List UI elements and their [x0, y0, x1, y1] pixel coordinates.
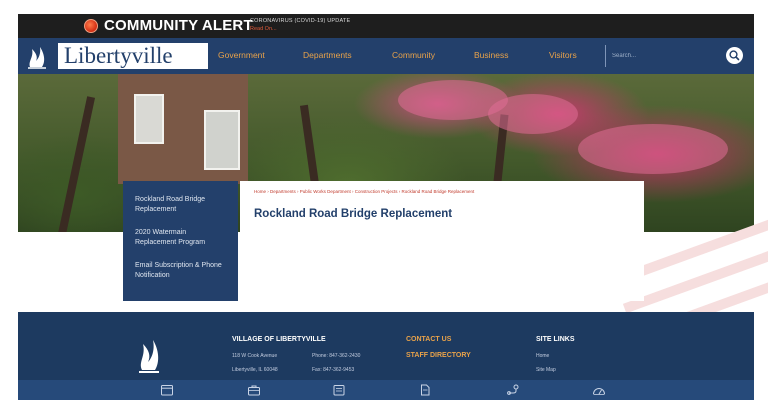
- page-title: Rockland Road Bridge Replacement: [254, 208, 453, 220]
- footer-link-home[interactable]: Home: [536, 353, 549, 359]
- nav-item-business[interactable]: Business: [474, 50, 509, 60]
- calendar-icon[interactable]: [160, 384, 174, 396]
- dashboard-icon[interactable]: [592, 384, 606, 396]
- search-icon: [729, 50, 740, 61]
- footer-link-site-map[interactable]: Site Map: [536, 367, 556, 373]
- nav-divider: [605, 45, 606, 67]
- breadcrumb[interactable]: Home › Departments › Public Works Depart…: [254, 189, 630, 194]
- alert-subtitle[interactable]: CORONAVIRUS (COVID-19) UPDATE: [250, 18, 350, 24]
- alert-icon: [84, 19, 98, 33]
- footer-phone[interactable]: Phone: 847-362-2430: [312, 353, 360, 359]
- sidebar-item-watermain[interactable]: 2020 Watermain Replacement Program: [135, 228, 226, 248]
- hero-window: [204, 110, 240, 170]
- directions-icon[interactable]: [506, 384, 520, 396]
- nav-item-community[interactable]: Community: [392, 50, 435, 60]
- main-content: Home › Departments › Public Works Depart…: [240, 181, 644, 301]
- footer-address-line1: 118 W Cook Avenue: [232, 353, 278, 359]
- site-footer: VILLAGE OF LIBERTYVILLE 118 W Cook Avenu…: [18, 312, 754, 380]
- footer-fax: Fax: 847-362-9453: [312, 367, 355, 373]
- logo-flame-icon: [28, 47, 46, 69]
- footer-contact-heading[interactable]: CONTACT US: [406, 336, 451, 343]
- sidebar-item-rockland-road[interactable]: Rockland Road Bridge Replacement: [135, 195, 226, 215]
- hero-blossom: [578, 124, 728, 174]
- news-icon[interactable]: [332, 384, 346, 396]
- footer-village-heading: VILLAGE OF LIBERTYVILLE: [232, 336, 326, 343]
- hero-tree-trunk: [58, 96, 96, 232]
- community-alert-bar: COMMUNITY ALERT CORONAVIRUS (COVID-19) U…: [18, 14, 754, 38]
- sidebar-item-email-subscription[interactable]: Email Subscription & Phone Notification: [135, 261, 226, 281]
- alert-read-on-link[interactable]: Read On...: [250, 26, 277, 32]
- nav-item-government[interactable]: Government: [218, 50, 265, 60]
- search-button[interactable]: [726, 47, 743, 64]
- alert-title: COMMUNITY ALERT: [104, 17, 253, 34]
- footer-site-links-heading: SITE LINKS: [536, 336, 575, 343]
- main-nav-bar: Libertyville Government Departments Comm…: [18, 38, 754, 74]
- document-icon[interactable]: [418, 384, 432, 396]
- bottom-icon-bar: [18, 380, 754, 400]
- logo-wordmark: Libertyville: [58, 43, 208, 69]
- hero-blossom: [488, 94, 578, 134]
- footer-address-line2: Libertyville, IL 60048: [232, 367, 278, 373]
- search-input[interactable]: [612, 48, 712, 64]
- nav-item-departments[interactable]: Departments: [303, 50, 352, 60]
- nav-item-visitors[interactable]: Visitors: [549, 50, 577, 60]
- sidebar-nav: Rockland Road Bridge Replacement 2020 Wa…: [123, 181, 238, 301]
- footer-staff-directory-link[interactable]: STAFF DIRECTORY: [406, 352, 471, 359]
- footer-logo-icon: [139, 340, 159, 373]
- hero-window: [134, 94, 164, 144]
- briefcase-icon[interactable]: [247, 384, 261, 396]
- site-logo[interactable]: Libertyville: [22, 41, 208, 71]
